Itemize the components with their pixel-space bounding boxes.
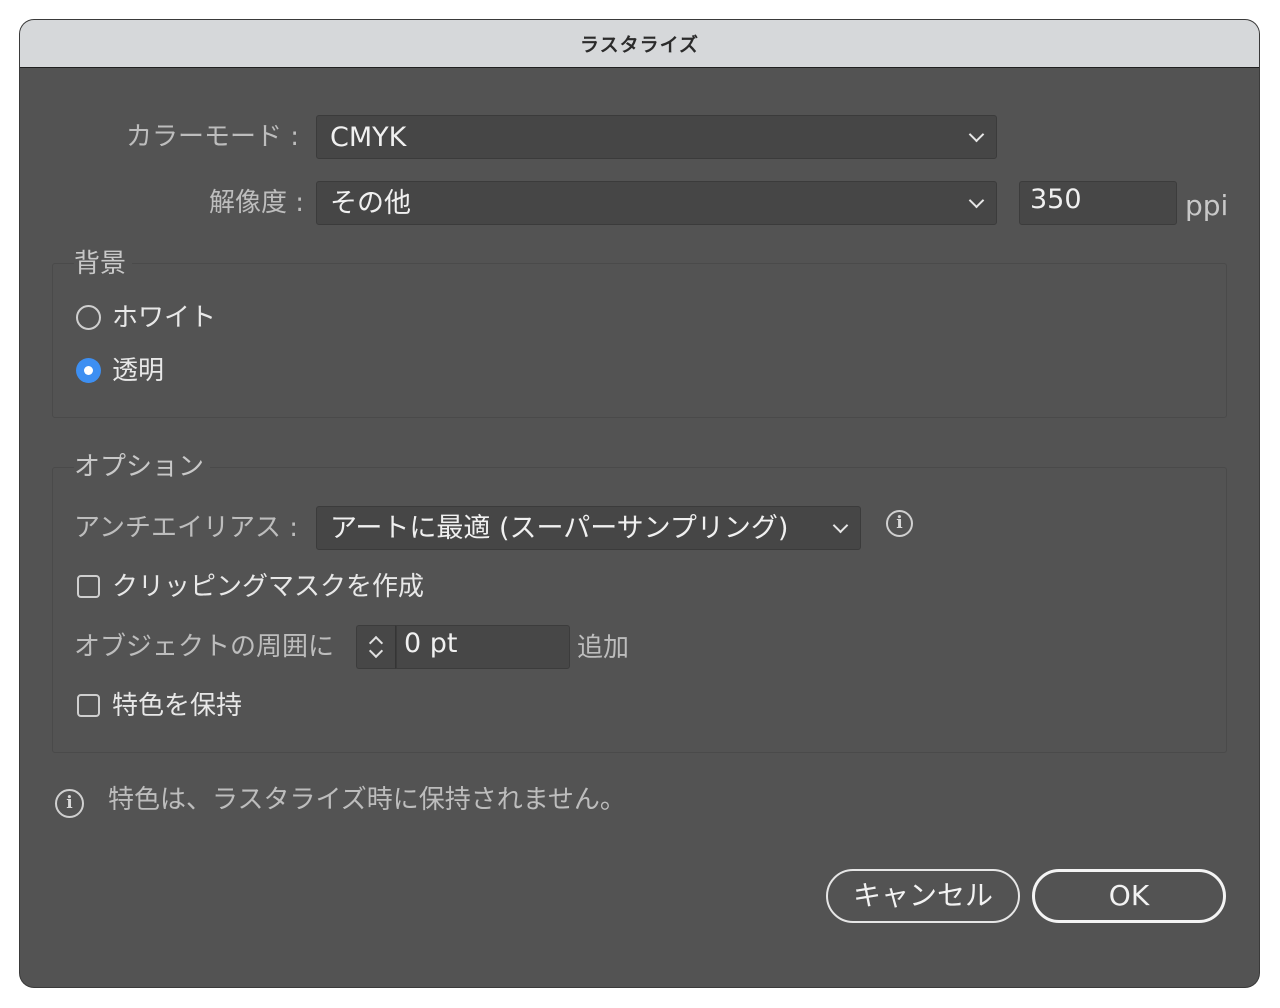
info-icon: i [55, 789, 84, 818]
ppi-input[interactable]: 350 [1019, 181, 1177, 225]
keep-spot-label[interactable]: 特色を保持 [112, 693, 242, 719]
background-group-title: 背景 [74, 251, 133, 277]
background-group [52, 263, 1227, 418]
color-mode-value: CMYK [330, 121, 407, 153]
chevron-down-icon [968, 192, 985, 209]
options-group-title: オプション [74, 454, 211, 480]
radio-white[interactable] [76, 305, 101, 330]
padding-suffix: 追加 [577, 633, 630, 663]
clipping-mask-label[interactable]: クリッピングマスクを作成 [112, 574, 424, 600]
rasterize-dialog: ラスタライズ カラーモード : CMYK 解像度 : その他 350 ppi 背… [20, 20, 1259, 987]
padding-input[interactable]: 0 pt [396, 625, 570, 669]
antialias-value: アートに最適 (スーパーサンプリング) [330, 512, 789, 544]
resolution-value: その他 [330, 187, 411, 219]
dialog-title: ラスタライズ [579, 34, 700, 56]
antialias-select[interactable]: アートに最適 (スーパーサンプリング) [316, 506, 861, 550]
ppi-value: 350 [1030, 184, 1082, 215]
notice-text: 特色は、ラスタライズ時に保持されません。 [108, 785, 626, 815]
padding-stepper[interactable] [356, 625, 396, 669]
resolution-label: 解像度 : [209, 188, 305, 218]
clipping-mask-checkbox[interactable] [77, 575, 100, 598]
ok-button[interactable]: OK [1032, 869, 1226, 923]
radio-transparent-label[interactable]: 透明 [112, 358, 164, 384]
cancel-button[interactable]: キャンセル [826, 869, 1020, 923]
resolution-select[interactable]: その他 [316, 181, 997, 225]
title-bar[interactable]: ラスタライズ [20, 20, 1259, 68]
info-icon[interactable]: i [886, 510, 913, 537]
color-mode-select[interactable]: CMYK [316, 115, 997, 159]
chevron-down-icon [832, 517, 849, 534]
padding-label: オブジェクトの周囲に [74, 632, 335, 662]
chevron-down-icon [968, 126, 985, 143]
keep-spot-checkbox[interactable] [77, 694, 100, 717]
ppi-unit: ppi [1185, 189, 1229, 222]
antialias-label: アンチエイリアス : [74, 513, 298, 543]
padding-value: 0 pt [404, 628, 458, 659]
radio-white-label[interactable]: ホワイト [112, 305, 216, 331]
radio-transparent[interactable] [76, 358, 101, 383]
color-mode-label: カラーモード : [126, 122, 300, 152]
